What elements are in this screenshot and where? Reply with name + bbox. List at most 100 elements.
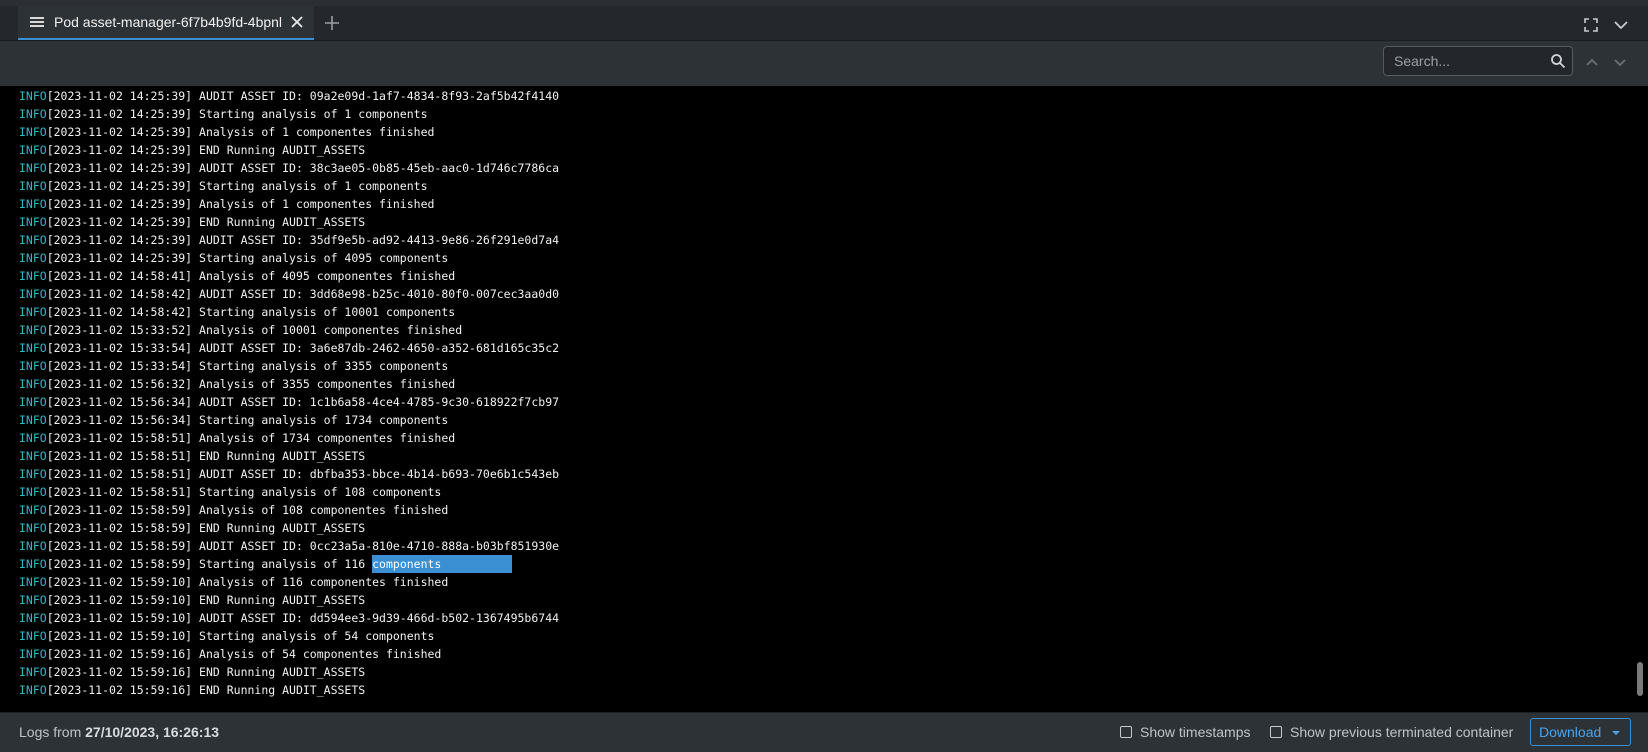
- log-message: [2023-11-02 15:33:52] Analysis of 10001 …: [46, 323, 463, 337]
- log-message: [2023-11-02 15:58:59] AUDIT ASSET ID: 0c…: [46, 539, 560, 553]
- log-line: INFO[2023-11-02 14:25:39] AUDIT ASSET ID…: [19, 231, 559, 249]
- log-line: INFO[2023-11-02 15:58:59] END Running AU…: [19, 519, 559, 537]
- log-message: [2023-11-02 15:58:51] Analysis of 1734 c…: [46, 431, 456, 445]
- log-level: INFO: [19, 197, 47, 211]
- log-message: [2023-11-02 15:56:32] Analysis of 3355 c…: [46, 377, 456, 391]
- log-level: INFO: [19, 287, 47, 301]
- search-input[interactable]: [1384, 47, 1564, 75]
- log-line: INFO[2023-11-02 15:59:16] END Running AU…: [19, 681, 559, 699]
- chevron-up-icon[interactable]: [1584, 55, 1600, 69]
- log-line: INFO[2023-11-02 15:58:51] Analysis of 17…: [19, 429, 559, 447]
- log-level: INFO: [19, 467, 47, 481]
- log-line: INFO[2023-11-02 14:58:41] Analysis of 40…: [19, 267, 559, 285]
- log-message: [2023-11-02 14:58:42] AUDIT ASSET ID: 3d…: [46, 287, 560, 301]
- chevron-down-icon[interactable]: [1612, 55, 1628, 69]
- log-line: INFO[2023-11-02 15:58:59] AUDIT ASSET ID…: [19, 537, 559, 555]
- log-level: INFO: [19, 323, 47, 337]
- log-line: INFO[2023-11-02 15:33:54] AUDIT ASSET ID…: [19, 339, 559, 357]
- log-message: [2023-11-02 14:25:39] Analysis of 1 comp…: [46, 197, 435, 211]
- checkbox-icon: [1270, 726, 1282, 738]
- log-message: [2023-11-02 14:25:39] Starting analysis …: [46, 251, 449, 265]
- log-message: [2023-11-02 15:59:10] Starting analysis …: [46, 629, 435, 643]
- log-message: [2023-11-02 15:59:10] AUDIT ASSET ID: dd…: [46, 611, 560, 625]
- log-message: [2023-11-02 14:58:41] Analysis of 4095 c…: [46, 269, 456, 283]
- log-line: INFO[2023-11-02 15:33:54] Starting analy…: [19, 357, 559, 375]
- log-message: [2023-11-02 15:58:51] AUDIT ASSET ID: db…: [46, 467, 560, 481]
- log-line: INFO[2023-11-02 14:25:39] END Running AU…: [19, 213, 559, 231]
- log-level: INFO: [19, 413, 47, 427]
- log-line: INFO[2023-11-02 14:25:39] END Running AU…: [19, 141, 559, 159]
- log-line: INFO[2023-11-02 14:25:39] AUDIT ASSET ID…: [19, 87, 559, 105]
- log-level: INFO: [19, 395, 47, 409]
- log-message: [2023-11-02 15:58:59] Starting analysis …: [46, 557, 373, 571]
- log-line: INFO[2023-11-02 15:58:51] AUDIT ASSET ID…: [19, 465, 559, 483]
- log-line: INFO[2023-11-02 14:58:42] Starting analy…: [19, 303, 559, 321]
- log-level: INFO: [19, 683, 47, 697]
- log-message: [2023-11-02 15:59:10] Analysis of 116 co…: [46, 575, 449, 589]
- log-message: [2023-11-02 15:58:59] Analysis of 108 co…: [46, 503, 449, 517]
- logs-from-label: Logs from: [19, 724, 86, 740]
- tab-bar: Pod asset-manager-6f7b4b9fd-4bpnl: [0, 6, 1648, 41]
- log-line: INFO[2023-11-02 15:58:59] Analysis of 10…: [19, 501, 559, 519]
- tab-pod-logs[interactable]: Pod asset-manager-6f7b4b9fd-4bpnl: [18, 6, 314, 40]
- fullscreen-icon[interactable]: [1582, 16, 1600, 34]
- log-message: [2023-11-02 14:25:39] AUDIT ASSET ID: 35…: [46, 233, 560, 247]
- checkbox-icon: [1120, 726, 1132, 738]
- log-footer: Logs from 27/10/2023, 16:26:13 Show time…: [0, 712, 1648, 752]
- menu-lines-icon: [30, 17, 44, 27]
- log-line: INFO[2023-11-02 15:59:16] END Running AU…: [19, 663, 559, 681]
- log-level: INFO: [19, 107, 47, 121]
- log-message: [2023-11-02 14:25:39] AUDIT ASSET ID: 38…: [46, 161, 560, 175]
- log-level: INFO: [19, 359, 47, 373]
- log-line: INFO[2023-11-02 15:33:52] Analysis of 10…: [19, 321, 559, 339]
- log-line: INFO[2023-11-02 14:25:39] Starting analy…: [19, 105, 559, 123]
- close-icon[interactable]: [288, 13, 306, 31]
- log-message: [2023-11-02 15:33:54] AUDIT ASSET ID: 3a…: [46, 341, 560, 355]
- log-message: [2023-11-02 14:25:39] AUDIT ASSET ID: 09…: [46, 89, 560, 103]
- log-message: [2023-11-02 15:59:16] END Running AUDIT_…: [46, 665, 366, 679]
- search-match-highlight: components: [372, 555, 513, 573]
- show-previous-container-checkbox[interactable]: Show previous terminated container: [1270, 724, 1513, 740]
- log-output[interactable]: INFO[2023-11-02 14:25:39] AUDIT ASSET ID…: [0, 86, 1648, 712]
- search-box: [1383, 46, 1573, 76]
- logs-from: Logs from 27/10/2023, 16:26:13: [19, 724, 219, 740]
- log-line: INFO[2023-11-02 14:25:39] Starting analy…: [19, 249, 559, 267]
- log-line: INFO[2023-11-02 15:59:10] Analysis of 11…: [19, 573, 559, 591]
- log-message: [2023-11-02 15:58:59] END Running AUDIT_…: [46, 521, 366, 535]
- scrollbar-thumb[interactable]: [1637, 662, 1643, 696]
- plus-icon[interactable]: [322, 13, 342, 33]
- chevron-down-icon[interactable]: [1612, 17, 1630, 33]
- log-line: INFO[2023-11-02 15:59:10] Starting analy…: [19, 627, 559, 645]
- log-message: [2023-11-02 14:58:42] Starting analysis …: [46, 305, 456, 319]
- log-level: INFO: [19, 575, 47, 589]
- log-message: [2023-11-02 15:56:34] AUDIT ASSET ID: 1c…: [46, 395, 560, 409]
- log-level: INFO: [19, 179, 47, 193]
- log-line: INFO[2023-11-02 14:25:39] AUDIT ASSET ID…: [19, 159, 559, 177]
- log-message: [2023-11-02 15:33:54] Starting analysis …: [46, 359, 449, 373]
- log-line: INFO[2023-11-02 15:59:16] Analysis of 54…: [19, 645, 559, 663]
- log-level: INFO: [19, 143, 47, 157]
- log-level: INFO: [19, 521, 47, 535]
- log-message: [2023-11-02 15:59:16] Analysis of 54 com…: [46, 647, 442, 661]
- log-message: [2023-11-02 14:25:39] Analysis of 1 comp…: [46, 125, 435, 139]
- log-lines: INFO[2023-11-02 14:25:39] AUDIT ASSET ID…: [19, 87, 559, 699]
- log-message: [2023-11-02 14:25:39] Starting analysis …: [46, 107, 428, 121]
- search-icon[interactable]: [1550, 53, 1566, 69]
- download-button[interactable]: Download: [1530, 718, 1631, 746]
- log-toolbar: [0, 41, 1648, 86]
- log-level: INFO: [19, 503, 47, 517]
- log-message: [2023-11-02 14:25:39] END Running AUDIT_…: [46, 215, 366, 229]
- log-level: INFO: [19, 377, 47, 391]
- log-message: [2023-11-02 15:58:51] END Running AUDIT_…: [46, 449, 366, 463]
- log-line: INFO[2023-11-02 15:56:34] AUDIT ASSET ID…: [19, 393, 559, 411]
- logs-from-value: 27/10/2023, 16:26:13: [85, 724, 220, 740]
- log-level: INFO: [19, 161, 47, 175]
- caret-down-icon[interactable]: [1612, 731, 1620, 735]
- download-label: Download: [1539, 724, 1602, 740]
- log-line: INFO[2023-11-02 15:59:10] END Running AU…: [19, 591, 559, 609]
- show-timestamps-checkbox[interactable]: Show timestamps: [1120, 724, 1250, 740]
- log-line: INFO[2023-11-02 15:56:34] Starting analy…: [19, 411, 559, 429]
- log-level: INFO: [19, 629, 47, 643]
- log-level: INFO: [19, 125, 47, 139]
- log-level: INFO: [19, 557, 47, 571]
